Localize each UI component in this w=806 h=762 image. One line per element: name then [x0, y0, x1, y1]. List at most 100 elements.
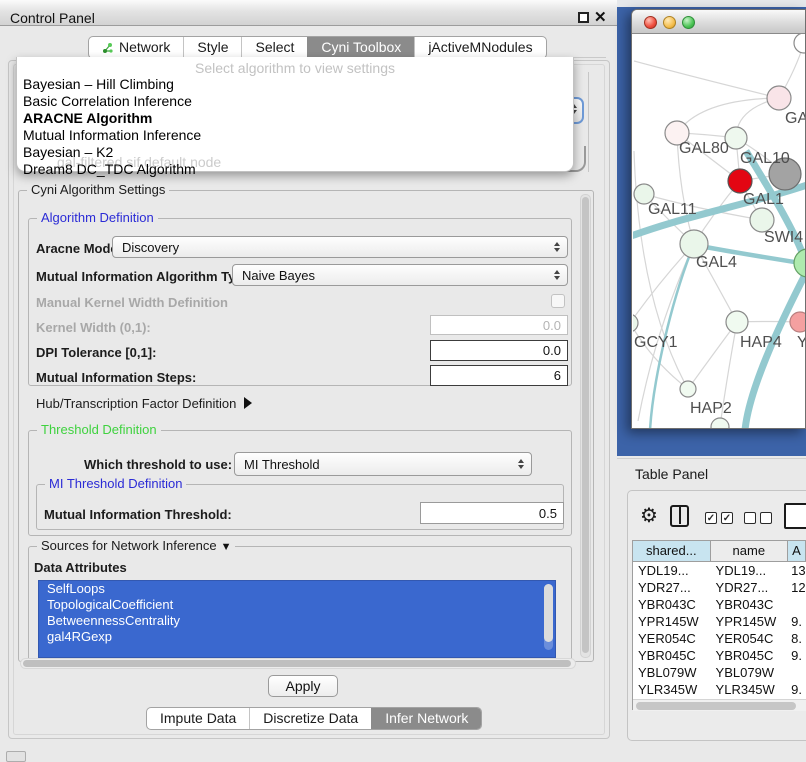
unchecked-box-icon — [760, 512, 772, 524]
minimize-traffic-light-icon[interactable] — [663, 16, 676, 29]
table-row[interactable]: YLR345WYLR345W9. — [633, 681, 806, 698]
label-hap4: HAP4 — [740, 334, 782, 351]
tab-style[interactable]: Style — [183, 37, 241, 58]
network-canvas[interactable]: GAL GAL80 GAL10 GAL1 GAL11 SWI4 GAL4 GCY… — [633, 34, 806, 429]
option-dream8[interactable]: Dream8 DC_TDC Algorithm — [23, 161, 201, 178]
mi-steps-field[interactable]: 6 — [430, 365, 568, 386]
tab-infer-network[interactable]: Infer Network — [371, 708, 481, 729]
dpi-tolerance-field[interactable]: 0.0 — [430, 340, 568, 361]
settings-group-title: Cyni Algorithm Settings — [27, 182, 169, 197]
kernel-width-label: Kernel Width (0,1): — [36, 320, 151, 335]
sources-group-title[interactable]: Sources for Network Inference▼ — [37, 538, 235, 553]
select-all-checks-icon[interactable]: ✓✓ — [705, 512, 733, 524]
tab-cyni-toolbox[interactable]: Cyni Toolbox — [307, 37, 414, 58]
option-basic-correlation[interactable]: Basic Correlation Inference — [23, 93, 201, 110]
table-row[interactable]: YBL079WYBL079W — [633, 664, 806, 681]
columns-icon[interactable] — [670, 505, 689, 527]
option-aracne[interactable]: ARACNE Algorithm — [23, 110, 201, 127]
mi-type-label: Mutual Information Algorithm Type: — [36, 269, 255, 284]
aracne-mode-combo[interactable]: Discovery — [112, 236, 568, 258]
table-horizontal-scrollbar[interactable] — [633, 699, 806, 711]
tab-network[interactable]: Network — [89, 37, 183, 58]
unselect-all-checks-icon[interactable] — [744, 512, 772, 524]
manual-kernel-checkbox[interactable] — [551, 294, 565, 308]
tab-discretize-data[interactable]: Discretize Data — [249, 708, 371, 729]
bottom-left-widget-fragment[interactable] — [6, 751, 26, 762]
option-bayesian-k2[interactable]: Bayesian – K2 — [23, 144, 201, 161]
node-bottom-cut[interactable] — [711, 418, 729, 429]
gear-icon[interactable]: ⚙ — [640, 506, 658, 526]
threshold-definition-title: Threshold Definition — [37, 422, 161, 437]
node-unlabeled-top[interactable] — [794, 34, 806, 53]
label-hap2: HAP2 — [690, 400, 732, 417]
cell-shared: YDR27... — [633, 579, 711, 596]
kernel-width-field[interactable]: 0.0 — [430, 315, 568, 335]
node-green-right[interactable] — [794, 249, 806, 277]
mi-threshold-field[interactable]: 0.5 — [420, 502, 564, 524]
table-row[interactable]: YER054CYER054C8. — [633, 630, 806, 647]
label-gal1: GAL1 — [743, 191, 784, 208]
close-icon[interactable]: ✕ — [594, 8, 607, 26]
column-header-shared[interactable]: shared... — [633, 541, 711, 561]
node-table[interactable]: shared... name A YDL19...YDL19...13 YDR2… — [632, 540, 806, 710]
option-mutual-information[interactable]: Mutual Information Inference — [23, 127, 201, 144]
scrollbar-thumb[interactable] — [23, 660, 571, 667]
option-bayesian-hill-climbing[interactable]: Bayesian – Hill Climbing — [23, 76, 201, 93]
label-y-partial: Y — [797, 334, 806, 351]
algorithm-definition-title: Algorithm Definition — [37, 210, 158, 225]
hub-definition-toggle[interactable]: Hub/Transcription Factor Definition — [36, 396, 252, 411]
node-hap4[interactable] — [726, 311, 748, 333]
cell-value: 8. — [788, 630, 806, 647]
network-icon — [102, 42, 114, 54]
table-row[interactable]: YDR27...YDR27...12 — [633, 579, 806, 596]
tab-impute-data[interactable]: Impute Data — [147, 708, 249, 729]
close-traffic-light-icon[interactable] — [644, 16, 657, 29]
cell-value: 13 — [788, 562, 806, 579]
new-table-icon[interactable] — [784, 503, 806, 529]
cell-name: YLR345W — [711, 681, 789, 698]
scrollbar-thumb[interactable] — [636, 702, 796, 710]
apply-button[interactable]: Apply — [268, 675, 338, 697]
network-window-titlebar[interactable] — [632, 10, 805, 34]
node-salmon-right[interactable] — [790, 312, 806, 332]
cell-shared: YBR043C — [633, 596, 711, 613]
table-row[interactable]: YDL19...YDL19...13 — [633, 562, 806, 579]
list-item-topologicalcoefficient[interactable]: TopologicalCoefficient — [39, 597, 555, 613]
table-row[interactable]: YBR045CYBR045C9. — [633, 647, 806, 664]
node-gal1[interactable] — [728, 169, 752, 193]
column-header-partial[interactable]: A — [788, 541, 806, 561]
settings-vertical-scrollbar[interactable] — [580, 194, 591, 658]
tab-infer-network-label: Infer Network — [385, 708, 468, 729]
label-gal10: GAL10 — [740, 150, 790, 167]
settings-horizontal-scrollbar[interactable] — [20, 658, 576, 669]
list-item-betweennesscentrality[interactable]: BetweennessCentrality — [39, 613, 555, 629]
control-panel-title: Control Panel — [10, 10, 95, 26]
list-scrollbar[interactable] — [544, 584, 553, 650]
tab-discretize-data-label: Discretize Data — [263, 708, 358, 729]
node-gcy1[interactable] — [633, 314, 638, 332]
covered-groupbox-edge — [588, 72, 589, 172]
hub-definition-label: Hub/Transcription Factor Definition — [36, 396, 236, 411]
cell-value: 9. — [788, 681, 806, 698]
mi-steps-label: Mutual Information Steps: — [36, 370, 196, 385]
data-attributes-list[interactable]: SelfLoops TopologicalCoefficient Between… — [38, 580, 556, 658]
list-item-selfloops[interactable]: SelfLoops — [39, 581, 555, 597]
float-window-icon[interactable] — [578, 12, 589, 23]
node-gal-partial[interactable] — [767, 86, 791, 110]
column-header-name[interactable]: name — [711, 541, 789, 561]
scrollbar-thumb[interactable] — [544, 584, 553, 642]
network-view-window[interactable]: GAL GAL80 GAL10 GAL1 GAL11 SWI4 GAL4 GCY… — [631, 9, 806, 429]
table-row[interactable]: YPR145WYPR145W9. — [633, 613, 806, 630]
zoom-traffic-light-icon[interactable] — [682, 16, 695, 29]
mi-type-combo[interactable]: Naive Bayes — [232, 264, 568, 286]
which-threshold-combo[interactable]: MI Threshold — [234, 452, 532, 476]
node-hap2[interactable] — [680, 381, 696, 397]
table-row[interactable]: YBR043CYBR043C — [633, 596, 806, 613]
cell-name: YDL19... — [711, 562, 789, 579]
tab-jactivemnodules[interactable]: jActiveMNodules — [414, 37, 545, 58]
tab-select[interactable]: Select — [241, 37, 307, 58]
cell-shared: YLR345W — [633, 681, 711, 698]
scrollbar-thumb[interactable] — [582, 197, 589, 653]
dropdown-prompt: Select algorithm to view settings — [17, 60, 573, 76]
list-item-gal4rgexp[interactable]: gal4RGexp — [39, 629, 555, 645]
